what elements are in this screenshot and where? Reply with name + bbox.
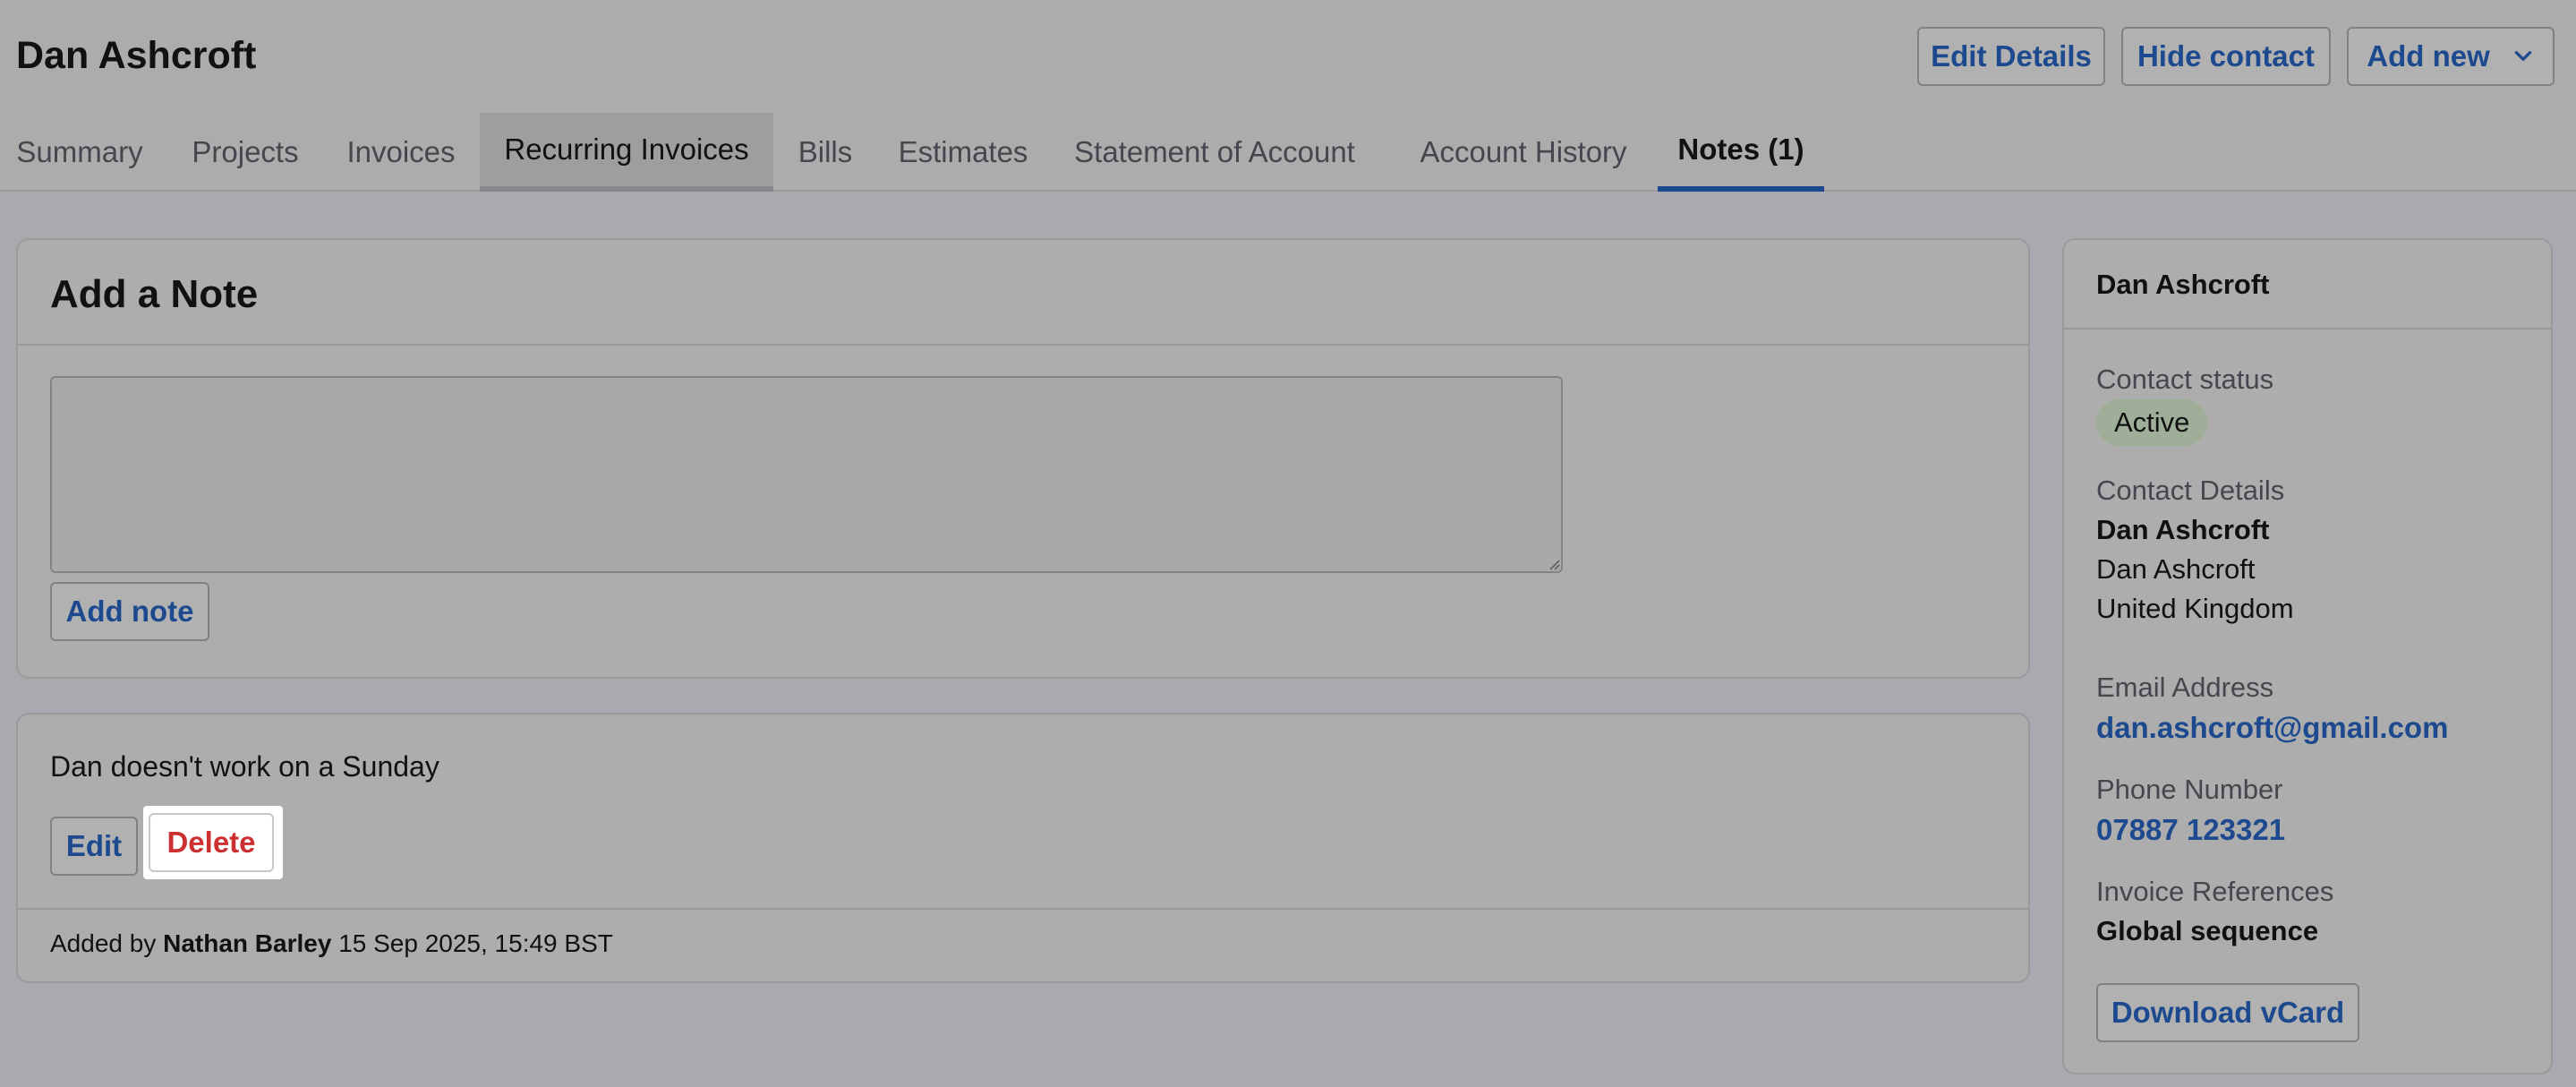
edit-note-button[interactable]: Edit [50, 817, 138, 876]
add-note-card: Add a Note Add note [16, 238, 2030, 679]
contact-header: Dan Ashcroft Edit Details Hide contact A… [0, 0, 2576, 192]
tab-projects[interactable]: Projects [175, 113, 315, 192]
add-note-button[interactable]: Add note [50, 582, 209, 641]
contact-details-country: United Kingdom [2096, 593, 2294, 624]
note-card: Dan doesn't work on a Sunday Edit Delete… [16, 713, 2030, 983]
phone-label: Phone Number [2096, 774, 2283, 805]
invoice-references-value: Global sequence [2096, 915, 2319, 946]
phone-link[interactable]: 07887 123321 [2096, 813, 2285, 847]
tab-invoices[interactable]: Invoices [331, 113, 471, 192]
tab-account-history[interactable]: Account History [1402, 113, 1645, 192]
page-title: Dan Ashcroft [16, 34, 257, 77]
contact-details-name: Dan Ashcroft [2096, 514, 2270, 545]
delete-note-button[interactable]: Delete [149, 813, 274, 872]
email-link[interactable]: dan.ashcroft@gmail.com [2096, 711, 2448, 745]
divider [2064, 328, 2551, 330]
edit-details-button[interactable]: Edit Details [1917, 27, 2105, 86]
invoice-references-label: Invoice References [2096, 876, 2334, 907]
tab-estimates[interactable]: Estimates [884, 113, 1042, 192]
sidebar-contact-name: Dan Ashcroft [2096, 269, 2270, 300]
email-label: Email Address [2096, 672, 2274, 703]
contact-details-line: Dan Ashcroft [2096, 553, 2256, 585]
note-textarea[interactable] [50, 376, 1563, 573]
note-text: Dan doesn't work on a Sunday [50, 750, 439, 783]
divider [18, 908, 2028, 910]
add-new-label: Add new [2367, 39, 2490, 73]
add-new-dropdown-button[interactable]: Add new [2347, 27, 2555, 86]
tab-notes[interactable]: Notes (1) [1658, 113, 1824, 192]
note-timestamp: 15 Sep 2025, 15:49 BST [338, 929, 613, 957]
note-author: Nathan Barley [163, 929, 332, 957]
contact-details-label: Contact Details [2096, 475, 2285, 506]
note-meta: Added by Nathan Barley 15 Sep 2025, 15:4… [50, 929, 613, 958]
add-note-title: Add a Note [50, 272, 259, 316]
divider [18, 344, 2028, 346]
contact-sidebar: Dan Ashcroft Contact status Active Conta… [2062, 238, 2553, 1074]
delete-button-highlight: Delete [143, 806, 283, 879]
tab-recurring-invoices[interactable]: Recurring Invoices [480, 113, 773, 192]
tab-summary[interactable]: Summary [0, 113, 159, 192]
chevron-down-icon [2514, 51, 2531, 61]
resize-grip-icon[interactable] [1547, 557, 1561, 571]
tab-statement-of-account[interactable]: Statement of Account [1062, 113, 1368, 192]
status-badge: Active [2096, 399, 2208, 446]
added-by-prefix: Added by [50, 929, 157, 957]
hide-contact-button[interactable]: Hide contact [2121, 27, 2331, 86]
download-vcard-button[interactable]: Download vCard [2096, 983, 2359, 1042]
tab-bills[interactable]: Bills [782, 113, 868, 192]
contact-status-label: Contact status [2096, 364, 2274, 395]
